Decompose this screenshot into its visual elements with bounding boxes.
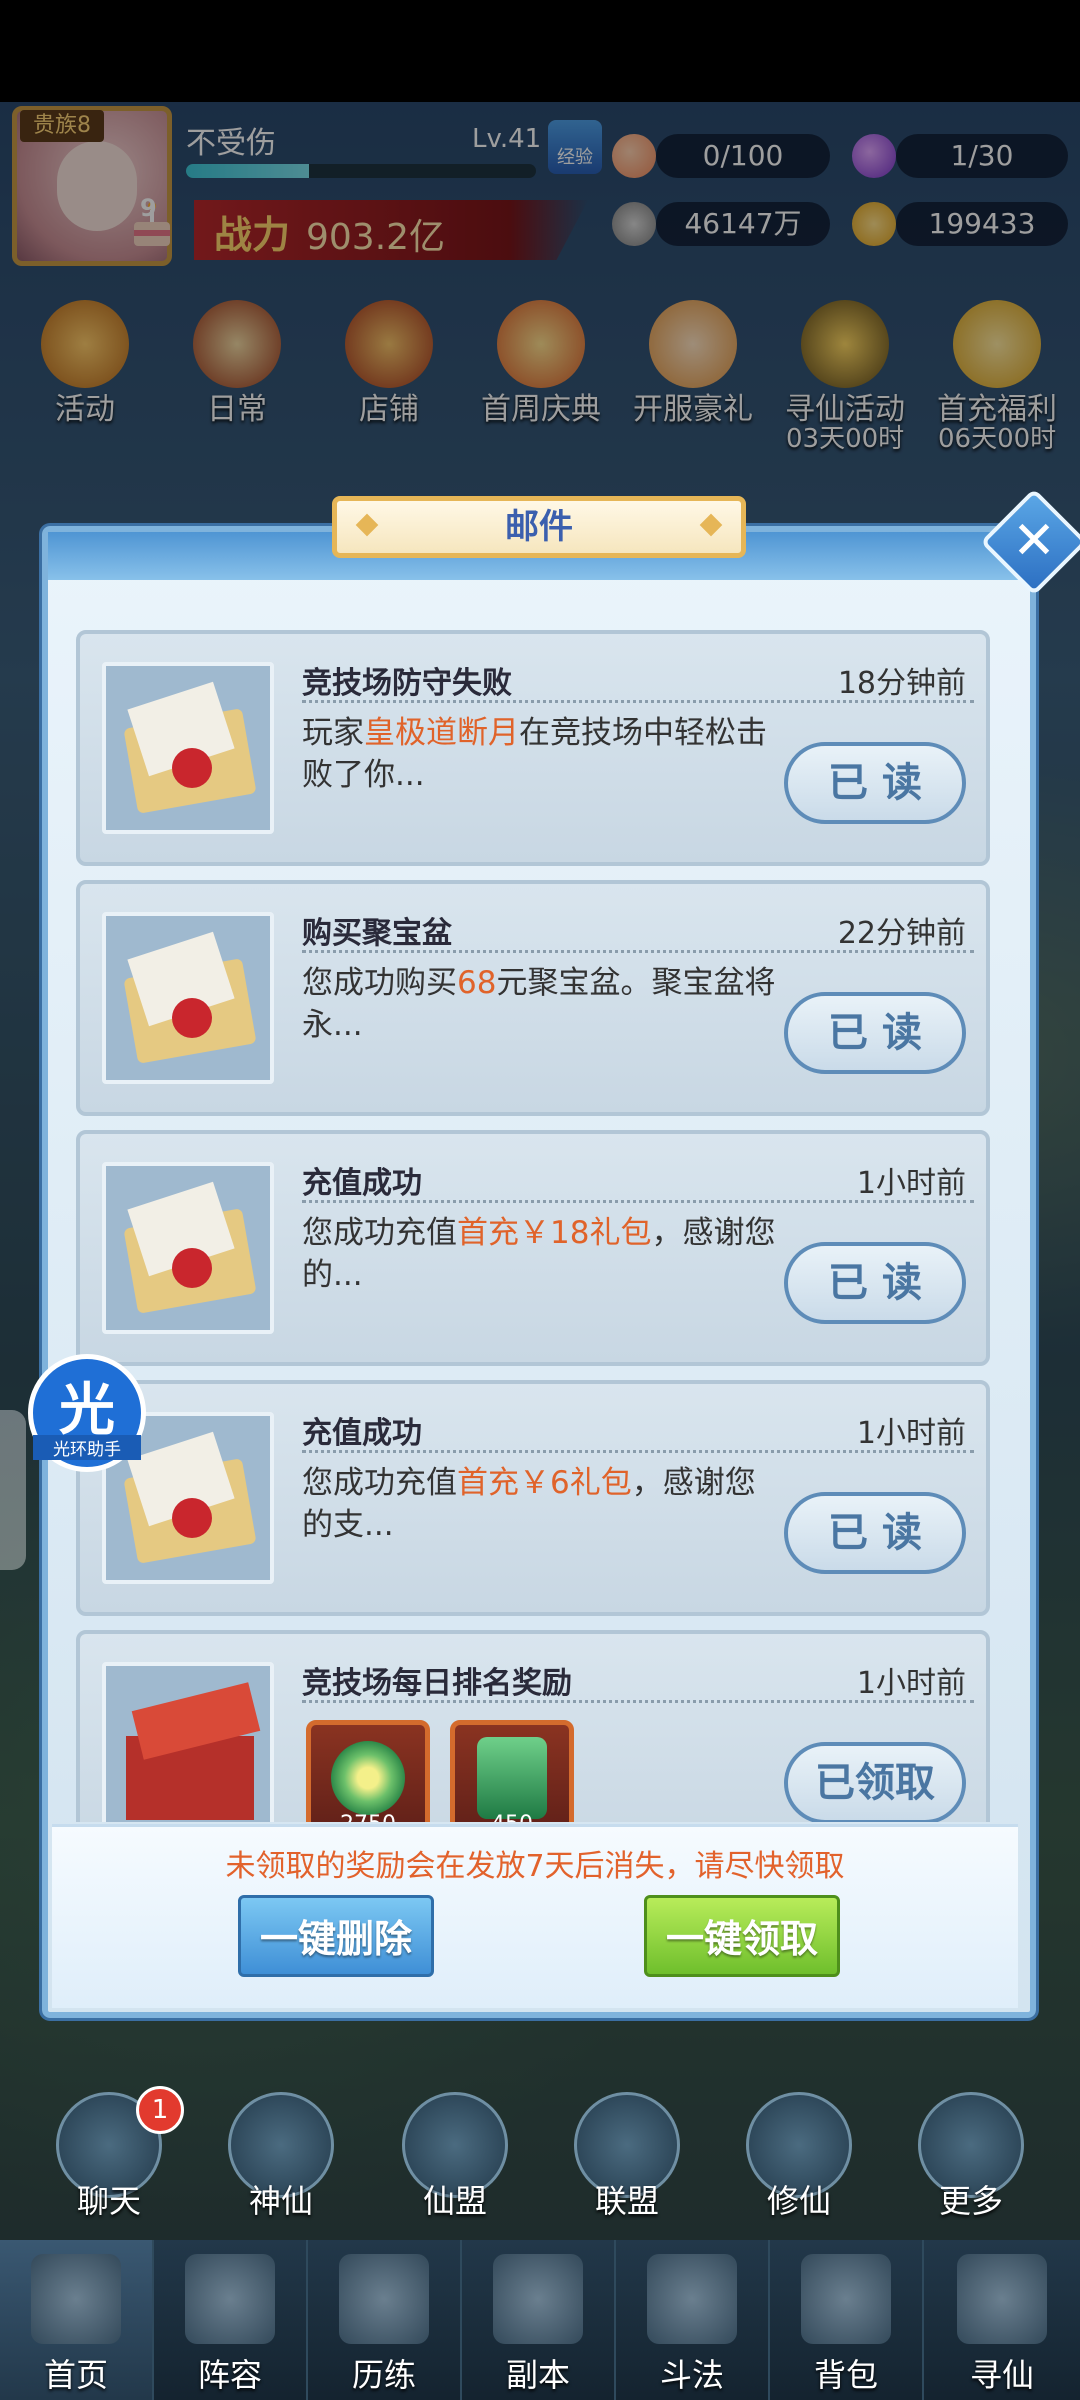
seek-scroll-icon bbox=[957, 2254, 1047, 2344]
nav-label: 历练 bbox=[351, 2356, 416, 2394]
read-status-button[interactable]: 已 读 bbox=[784, 742, 966, 824]
mail-time: 1小时前 bbox=[856, 1666, 966, 1701]
func-more[interactable]: 更多 bbox=[906, 2092, 1036, 2222]
nav-label: 寻仙 bbox=[969, 2356, 1034, 2394]
nav-label: 斗法 bbox=[659, 2356, 724, 2394]
mail-divider bbox=[302, 1700, 974, 1703]
notification-badge: 1 bbox=[136, 2086, 184, 2134]
mail-time: 18分钟前 bbox=[837, 666, 966, 701]
func-cultivate[interactable]: 修仙 bbox=[734, 2092, 864, 2222]
battle-icon bbox=[647, 2254, 737, 2344]
mail-item[interactable]: 充值成功 1小时前 您成功充值首充￥6礼包，感谢您的支... 已 读 bbox=[76, 1380, 990, 1616]
mail-item[interactable]: 竞技场每日排名奖励 1小时前 2750 450 已领取 bbox=[76, 1630, 990, 1822]
func-guild[interactable]: 仙盟 bbox=[390, 2092, 520, 2222]
dungeon-gate-icon bbox=[493, 2254, 583, 2344]
close-icon: ✕ bbox=[1012, 511, 1056, 571]
mail-item[interactable]: 竞技场防守失败 18分钟前 玩家皇极道断月在竞技场中轻松击败了你... 已 读 bbox=[76, 630, 990, 866]
dialog-footer: 未领取的奖励会在发放7天后消失，请尽快领取 一键删除 一键领取 bbox=[52, 1824, 1018, 2008]
nav-lineup[interactable]: 阵容 bbox=[154, 2240, 308, 2400]
envelope-seal bbox=[172, 1248, 212, 1288]
training-icon bbox=[339, 2254, 429, 2344]
envelope-icon bbox=[102, 662, 274, 834]
envelope-seal bbox=[172, 998, 212, 1038]
mail-title: 竞技场防守失败 bbox=[302, 666, 512, 701]
mail-preview-text: 您成功购买 bbox=[302, 965, 457, 1001]
mail-preview-highlight: 皇极道断月 bbox=[364, 715, 519, 751]
mail-preview-text: 您成功充值 bbox=[302, 1465, 457, 1501]
read-status-button[interactable]: 已 读 bbox=[784, 1242, 966, 1324]
nav-bag[interactable]: 背包 bbox=[770, 2240, 924, 2400]
func-label: 修仙 bbox=[766, 2182, 831, 2220]
mail-preview: 您成功充值首充￥18礼包，感谢您的... bbox=[302, 1212, 782, 1296]
mail-divider bbox=[302, 1450, 974, 1453]
claim-all-button[interactable]: 一键领取 bbox=[644, 1895, 840, 1977]
mail-time: 22分钟前 bbox=[837, 916, 966, 951]
func-alliance[interactable]: 联盟 bbox=[562, 2092, 692, 2222]
mail-preview-highlight: 68 bbox=[457, 965, 497, 1001]
nav-label: 背包 bbox=[813, 2356, 878, 2394]
envelope-seal bbox=[172, 1498, 212, 1538]
reward-item[interactable]: 450 bbox=[450, 1720, 574, 1822]
gift-box-icon bbox=[102, 1662, 274, 1822]
mail-divider bbox=[302, 700, 974, 703]
mail-preview-text: 玩家 bbox=[302, 715, 364, 751]
nav-label: 副本 bbox=[505, 2356, 570, 2394]
nav-home[interactable]: 首页 bbox=[0, 2240, 154, 2400]
reward-item[interactable]: 2750 bbox=[306, 1720, 430, 1822]
envelope-seal bbox=[172, 748, 212, 788]
mail-title: 购买聚宝盆 bbox=[302, 916, 452, 951]
nav-dungeon[interactable]: 副本 bbox=[462, 2240, 616, 2400]
mail-item[interactable]: 充值成功 1小时前 您成功充值首充￥18礼包，感谢您的... 已 读 bbox=[76, 1130, 990, 1366]
func-immortal[interactable]: 神仙 bbox=[216, 2092, 346, 2222]
func-label: 仙盟 bbox=[422, 2182, 487, 2220]
mail-title: 充值成功 bbox=[302, 1416, 422, 1451]
mail-preview-highlight: 首充￥6礼包 bbox=[457, 1465, 632, 1501]
func-label: 神仙 bbox=[248, 2182, 313, 2220]
jade-seal-icon bbox=[477, 1737, 547, 1819]
nav-seek[interactable]: 寻仙 bbox=[924, 2240, 1080, 2400]
mail-preview-text: 您成功充值 bbox=[302, 1215, 457, 1251]
helper-label: 光环助手 bbox=[33, 1435, 141, 1460]
read-status-button[interactable]: 已 读 bbox=[784, 1492, 966, 1574]
home-icon bbox=[31, 2254, 121, 2344]
claimed-status-button[interactable]: 已领取 bbox=[784, 1742, 966, 1822]
mail-list[interactable]: 竞技场防守失败 18分钟前 玩家皇极道断月在竞技场中轻松击败了你... 已 读 … bbox=[56, 570, 1016, 1822]
mail-divider bbox=[302, 950, 974, 953]
expiry-notice: 未领取的奖励会在发放7天后消失，请尽快领取 bbox=[225, 1849, 845, 1884]
mail-divider bbox=[302, 1200, 974, 1203]
dialog-title-plate: 邮件 bbox=[332, 496, 746, 558]
reward-count: 450 bbox=[455, 1812, 569, 1822]
dialog-title: 邮件 bbox=[505, 507, 573, 547]
mail-time: 1小时前 bbox=[856, 1416, 966, 1451]
lineup-icon bbox=[185, 2254, 275, 2344]
mail-item[interactable]: 购买聚宝盆 22分钟前 您成功购买68元聚宝盆。聚宝盆将永... 已 读 bbox=[76, 880, 990, 1116]
func-label: 聊天 bbox=[76, 2182, 141, 2220]
jade-disc-icon bbox=[331, 1741, 405, 1815]
nav-label: 首页 bbox=[43, 2356, 108, 2394]
mail-preview: 您成功充值首充￥6礼包，感谢您的支... bbox=[302, 1462, 782, 1546]
nav-label: 阵容 bbox=[197, 2356, 262, 2394]
nav-training[interactable]: 历练 bbox=[308, 2240, 462, 2400]
status-bar bbox=[0, 0, 1080, 102]
reward-count: 2750 bbox=[311, 1812, 425, 1822]
func-label: 更多 bbox=[938, 2182, 1003, 2220]
mail-title: 充值成功 bbox=[302, 1166, 422, 1201]
helper-icon: 光 bbox=[59, 1378, 115, 1443]
mail-title: 竞技场每日排名奖励 bbox=[302, 1666, 572, 1701]
bag-icon bbox=[801, 2254, 891, 2344]
delete-all-button[interactable]: 一键删除 bbox=[238, 1895, 434, 1977]
mail-preview-highlight: 首充￥18礼包 bbox=[457, 1215, 652, 1251]
mail-time: 1小时前 bbox=[856, 1166, 966, 1201]
envelope-icon bbox=[102, 912, 274, 1084]
side-edge-tab[interactable] bbox=[0, 1410, 26, 1570]
func-chat[interactable]: 1 聊天 bbox=[44, 2086, 184, 2222]
bottom-nav: 首页 阵容 历练 副本 斗法 背包 寻仙 bbox=[0, 2240, 1080, 2400]
helper-float-button[interactable]: 光 光环助手 bbox=[28, 1354, 146, 1472]
nav-battle[interactable]: 斗法 bbox=[616, 2240, 770, 2400]
envelope-icon bbox=[102, 1162, 274, 1334]
func-label: 联盟 bbox=[594, 2182, 659, 2220]
mail-preview: 玩家皇极道断月在竞技场中轻松击败了你... bbox=[302, 712, 782, 796]
mail-preview: 您成功购买68元聚宝盆。聚宝盆将永... bbox=[302, 962, 782, 1046]
read-status-button[interactable]: 已 读 bbox=[784, 992, 966, 1074]
